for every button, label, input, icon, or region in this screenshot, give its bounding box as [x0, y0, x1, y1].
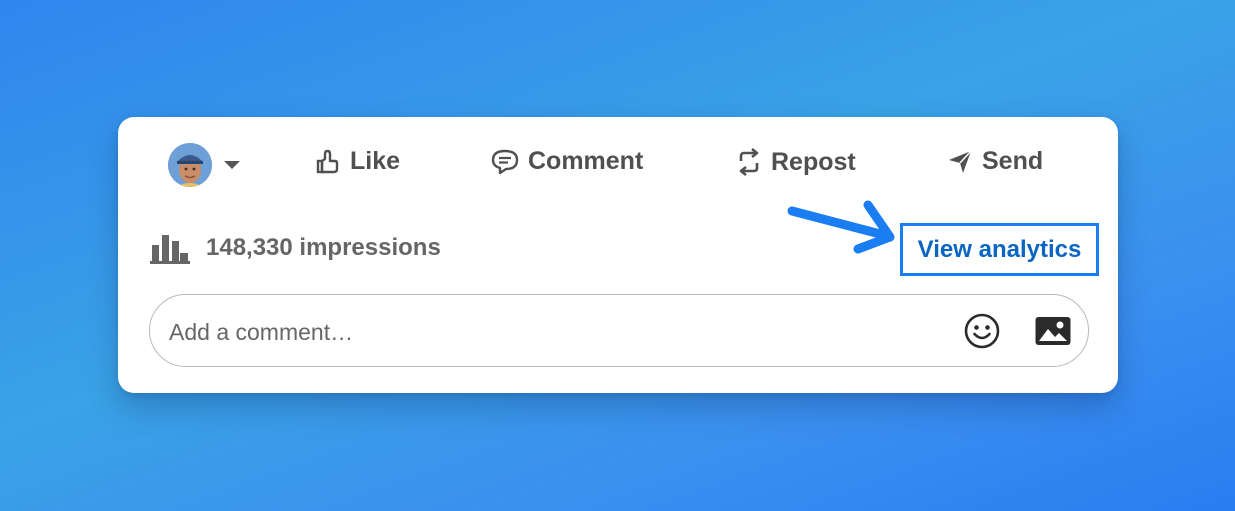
send-label: Send [982, 147, 1044, 175]
thumbs-up-icon [316, 149, 339, 173]
repost-label: Repost [771, 147, 856, 176]
speech-bubble-icon [491, 149, 519, 174]
bar-chart-icon [150, 235, 190, 264]
comment-label: Comment [528, 147, 644, 175]
repost-icon [739, 147, 759, 177]
send-button[interactable]: Send [946, 147, 1043, 176]
image-icon[interactable] [1034, 314, 1072, 348]
repost-button[interactable]: Repost [735, 147, 856, 177]
user-avatar [168, 143, 212, 187]
caret-down-icon [224, 161, 240, 169]
like-label: Like [350, 147, 401, 175]
actor-selector[interactable] [168, 143, 240, 187]
like-button[interactable]: Like [314, 147, 400, 176]
comment-input[interactable] [167, 311, 931, 353]
highlight-arrow [787, 200, 895, 254]
impressions-count: 148,330 impressions [206, 234, 441, 261]
comment-composer [149, 294, 1089, 367]
comment-button[interactable]: Comment [490, 147, 643, 176]
impressions-row: 148,330 impressions [150, 231, 441, 265]
post-action-card: Like Comment Repost Send 148,330 impress… [118, 117, 1118, 393]
smiley-icon[interactable] [963, 312, 1001, 350]
view-analytics-highlight[interactable]: View analytics [900, 223, 1099, 276]
action-bar: Like Comment Repost Send [118, 139, 1118, 189]
view-analytics-link[interactable]: View analytics [918, 236, 1082, 264]
paper-plane-icon [949, 149, 972, 173]
